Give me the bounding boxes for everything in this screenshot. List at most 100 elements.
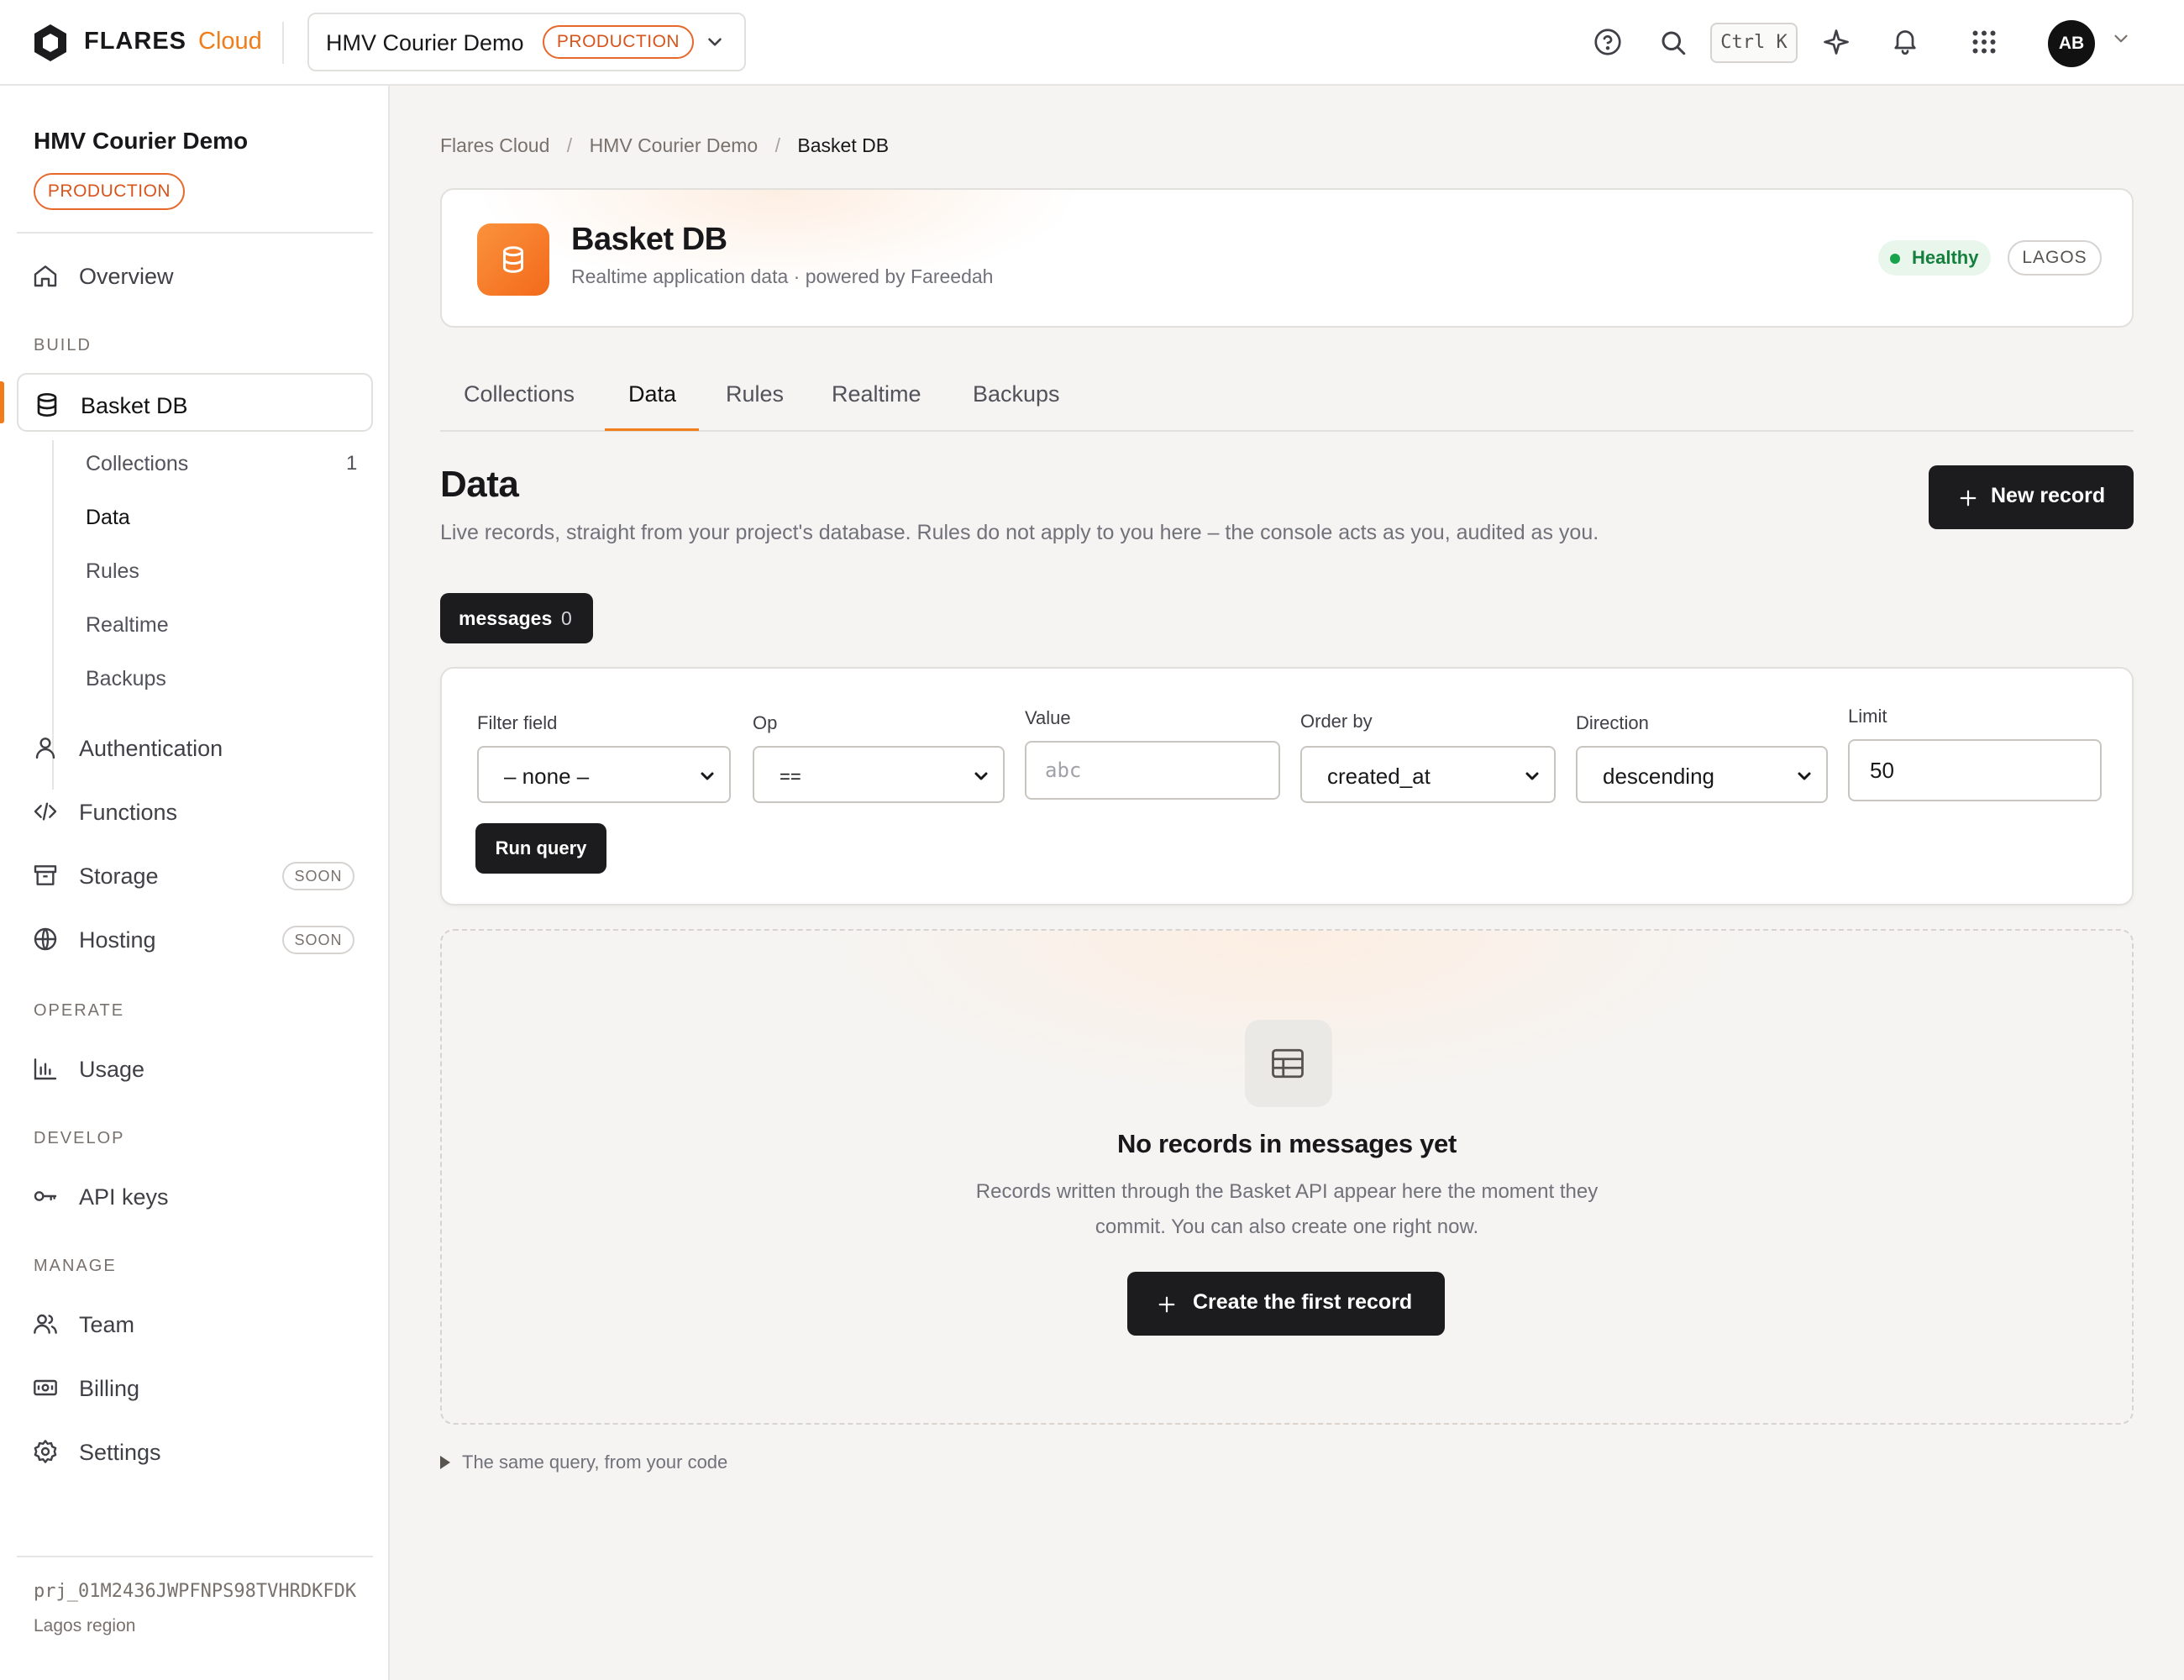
divider [282, 22, 284, 64]
empty-state-line: Records written through the Basket API a… [975, 1180, 1599, 1203]
database-icon [503, 246, 523, 273]
sidebar-item-label: Usage [79, 1057, 145, 1082]
sidebar-item-label: Functions [79, 800, 178, 825]
code-snippet-toggle[interactable]: The same query, from your code [440, 1452, 727, 1473]
collection-name: messages [459, 607, 553, 629]
database-header-card: Basket DB Realtime application data · po… [440, 188, 2134, 328]
sidebar-item-settings[interactable]: Settings [17, 1421, 373, 1480]
value-placeholder: abc [1045, 759, 1082, 782]
sidebar-item-billing[interactable]: Billing [17, 1357, 373, 1416]
plus-icon [1158, 1296, 1175, 1313]
sidebar-item-hosting[interactable]: Hosting SOON [17, 909, 373, 968]
direction-value: descending [1603, 764, 1714, 789]
gear-icon [34, 1440, 57, 1463]
create-first-record-label: Create the first record [1193, 1290, 1413, 1314]
code-snippet-toggle-label: The same query, from your code [462, 1452, 728, 1473]
filter-field-select[interactable]: – none – [477, 746, 731, 803]
empty-state-title: No records in messages yet [1117, 1129, 1457, 1158]
run-query-button[interactable]: Run query [475, 823, 606, 874]
apps-grid-icon[interactable] [1969, 27, 1999, 57]
bell-icon[interactable] [1890, 25, 1920, 55]
sidebar-item-authentication[interactable]: Authentication [17, 717, 373, 776]
direction-select[interactable]: descending [1576, 746, 1828, 803]
sidebar-item-label: Hosting [79, 927, 156, 953]
sidebar-item-label: Settings [79, 1440, 161, 1465]
create-first-record-button[interactable]: Create the first record [1127, 1272, 1445, 1336]
brand-name[interactable]: FLARES Cloud [84, 28, 262, 55]
users-icon [34, 1314, 57, 1334]
filter-field-label: Filter field [477, 712, 558, 733]
bar-chart-icon [34, 1058, 57, 1080]
breadcrumb-link-project[interactable]: HMV Courier Demo [590, 134, 759, 156]
sidebar-item-label: Billing [79, 1376, 140, 1401]
order-by-select[interactable]: created_at [1300, 746, 1556, 803]
empty-state: No records in messages yet Records writt… [440, 929, 2134, 1425]
search-icon[interactable] [1658, 28, 1688, 58]
sparkle-icon[interactable] [1821, 27, 1851, 57]
sidebar-item-label: Team [79, 1312, 135, 1337]
code-icon [34, 802, 57, 821]
value-input[interactable]: abc [1025, 741, 1280, 800]
project-switcher-name: HMV Courier Demo [326, 30, 524, 55]
soon-badge: SOON [282, 862, 354, 890]
chevron-down-icon [701, 772, 714, 780]
project-id[interactable]: prj_01M2436JWPFNPS98TVHRDKFDK [34, 1581, 356, 1602]
op-select[interactable]: == [753, 746, 1005, 803]
chevron-down-icon [974, 772, 988, 780]
status-dot-icon [1890, 254, 1900, 264]
help-icon[interactable] [1593, 27, 1623, 57]
sidebar-item-functions[interactable]: Functions [17, 781, 373, 840]
key-icon [34, 1191, 57, 1201]
breadcrumb-separator: / [774, 134, 780, 156]
sidebar-subitem-rules[interactable]: Rules [86, 559, 139, 584]
flares-logo-icon[interactable] [32, 23, 69, 63]
database-name: Basket DB [571, 222, 727, 257]
sidebar-item-overview[interactable]: Overview [17, 245, 373, 304]
soon-badge: SOON [282, 926, 354, 954]
sidebar-item-basket-db[interactable]: Basket DB [17, 373, 373, 432]
limit-input[interactable]: 50 [1848, 739, 2102, 801]
sidebar-item-team[interactable]: Team [17, 1294, 373, 1352]
active-tab-indicator [605, 428, 699, 431]
sidebar-item-storage[interactable]: Storage SOON [17, 845, 373, 904]
order-by-value: created_at [1327, 764, 1431, 789]
collection-chip-messages[interactable]: messages 0 [440, 593, 593, 643]
sidebar-subitem-collections[interactable]: Collections [86, 452, 188, 476]
tab-realtime[interactable]: Realtime [832, 381, 921, 407]
new-record-button[interactable]: New record [1929, 465, 2134, 529]
sidebar-subitem-backups[interactable]: Backups [86, 667, 166, 691]
avatar[interactable]: AB [2048, 20, 2095, 67]
chevron-down-icon [1798, 772, 1811, 780]
sidebar-item-api-keys[interactable]: API keys [17, 1166, 373, 1225]
top-bar: FLARES Cloud HMV Courier Demo PRODUCTION … [0, 0, 2184, 86]
page-title: Data [440, 464, 519, 505]
order-by-label: Order by [1300, 711, 1373, 732]
tab-collections[interactable]: Collections [464, 381, 575, 407]
section-label-develop: DEVELOP [34, 1129, 125, 1147]
sidebar-item-label: Overview [79, 264, 174, 289]
command-palette-shortcut[interactable]: Ctrl K [1710, 23, 1798, 63]
tab-rules[interactable]: Rules [726, 381, 784, 407]
sidebar-item-label: API keys [79, 1184, 169, 1210]
chevron-down-icon[interactable] [2110, 28, 2132, 50]
project-switcher[interactable]: HMV Courier Demo PRODUCTION [307, 13, 746, 71]
breadcrumb-link-flares-cloud[interactable]: Flares Cloud [440, 134, 549, 156]
sidebar-subitem-realtime[interactable]: Realtime [86, 613, 169, 638]
tab-data[interactable]: Data [628, 381, 676, 407]
database-tabs: Collections Data Rules Realtime Backups [440, 370, 2134, 432]
tab-backups[interactable]: Backups [973, 381, 1060, 407]
database-description: Realtime application data · powered by F… [571, 265, 994, 287]
sidebar-item-usage[interactable]: Usage [17, 1038, 373, 1097]
limit-label: Limit [1848, 706, 1887, 727]
sidebar-subitem-data[interactable]: Data [86, 506, 130, 530]
section-label-operate: OPERATE [34, 1001, 125, 1020]
sidebar-item-label: Storage [79, 864, 159, 889]
env-badge: PRODUCTION [34, 173, 185, 210]
empty-state-badge [1245, 1020, 1332, 1107]
project-region: Lagos region [34, 1616, 136, 1635]
disclosure-triangle-icon [440, 1456, 450, 1469]
section-label-manage: MANAGE [34, 1257, 117, 1275]
empty-state-line: commit. You can also create one right no… [1095, 1215, 1479, 1238]
breadcrumb: Flares Cloud / HMV Courier Demo / Basket… [440, 134, 900, 157]
database-icon [37, 393, 57, 417]
